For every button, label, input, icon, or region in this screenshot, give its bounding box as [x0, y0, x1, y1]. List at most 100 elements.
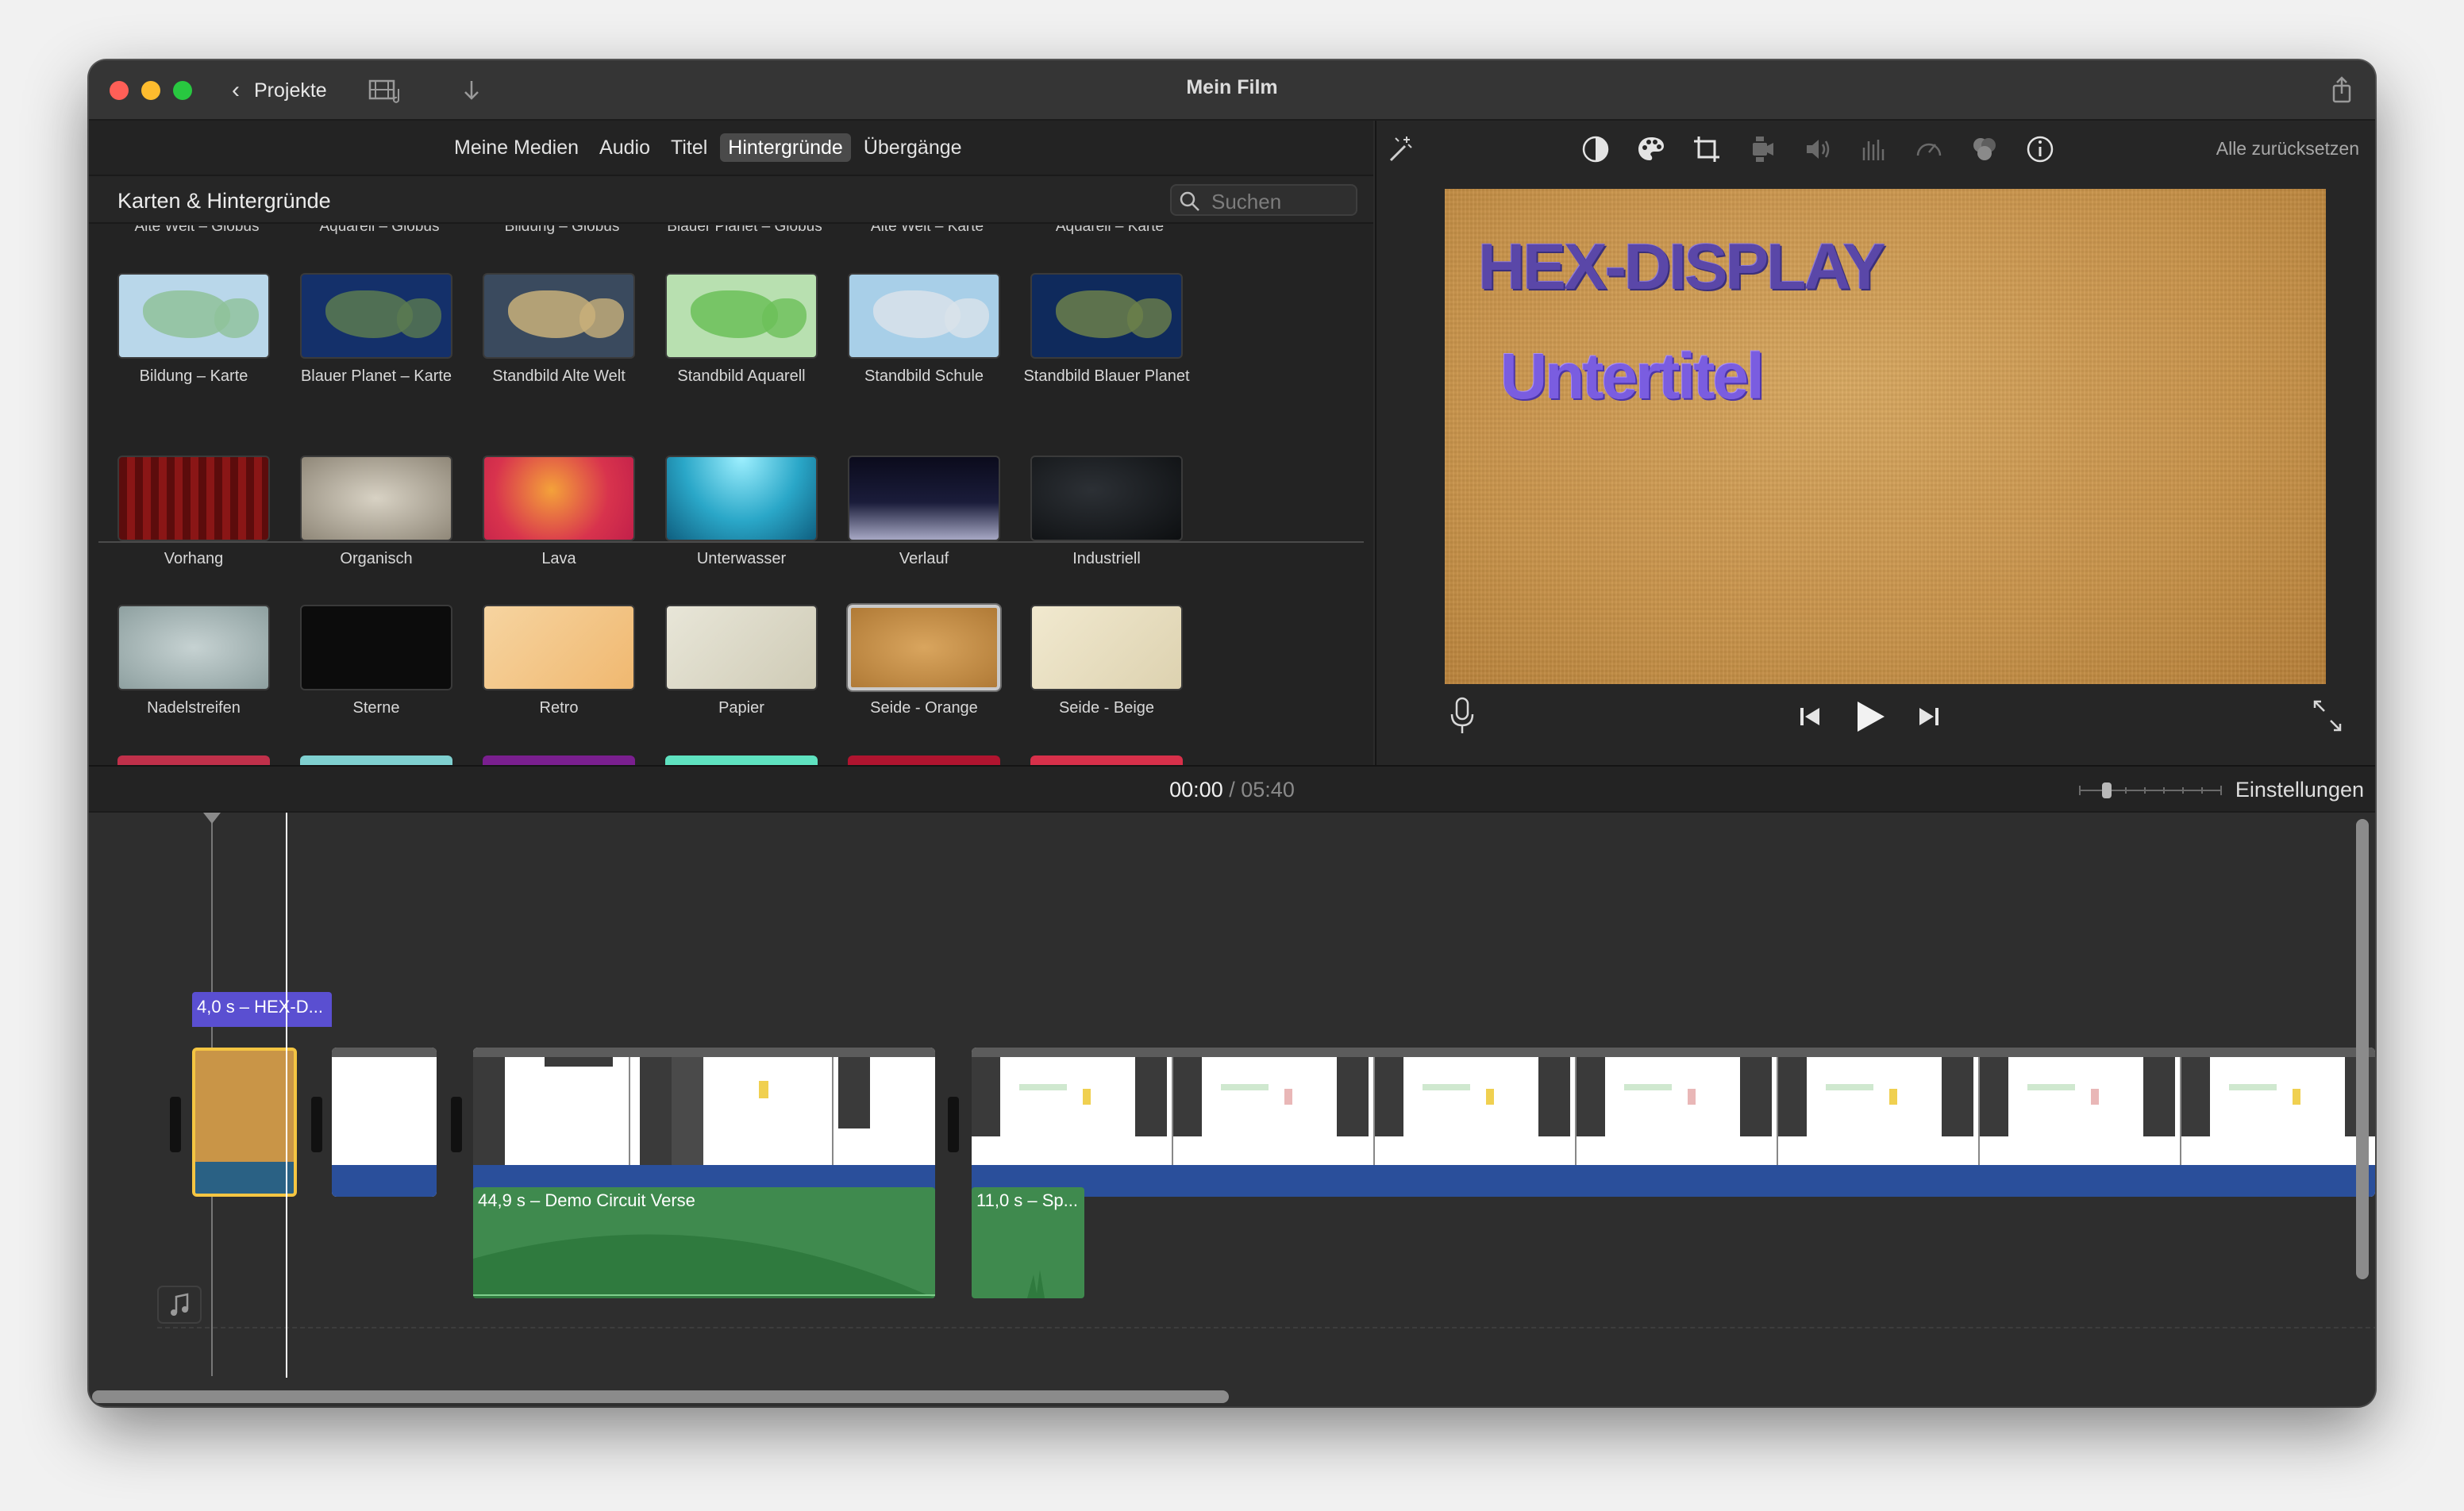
background-thumbnail[interactable] — [300, 273, 452, 359]
background-thumbnail[interactable] — [848, 456, 1000, 541]
background-thumbnail[interactable] — [117, 605, 270, 690]
title-clip[interactable]: 4,0 s – HEX-D... — [192, 992, 332, 1027]
music-note-icon[interactable] — [157, 1286, 202, 1324]
background-thumbnail-partial[interactable] — [483, 756, 635, 765]
play-icon[interactable] — [1850, 692, 1891, 740]
timecode: 00:00 / 05:40 — [89, 778, 2375, 802]
magic-wand-icon[interactable] — [1384, 133, 1416, 165]
speed-icon[interactable] — [1913, 133, 1945, 165]
tab-hintergründe[interactable]: Hintergründe — [720, 133, 851, 162]
background-label: Nadelstreifen — [147, 699, 241, 717]
browser-tabs: Meine Medien Audio Titel Hintergründe Übergä… — [89, 121, 1373, 175]
background-label: Organisch — [340, 550, 413, 567]
reset-all-button[interactable]: Alle zurücksetzen — [2216, 138, 2359, 160]
tab-audio[interactable]: Audio — [591, 133, 658, 162]
background-label: Standbild Schule — [864, 367, 984, 385]
background-label: Verlauf — [899, 550, 949, 567]
search-field[interactable]: Suchen — [1170, 184, 1357, 216]
share-icon[interactable] — [2326, 75, 2358, 106]
media-browser: Meine Medien Audio Titel Hintergründe Übergä… — [89, 121, 1373, 765]
audio-clip-label: 11,0 s – Sp... — [976, 1190, 1079, 1210]
category-bar: Karten & Hintergründe Suchen — [89, 175, 1373, 224]
clip-handle[interactable] — [170, 1097, 181, 1152]
video-clip[interactable] — [972, 1048, 2375, 1197]
cut-off-label: Aquarell – Globus — [319, 225, 440, 235]
overlay-icon[interactable] — [1969, 133, 2000, 165]
background-label: Standbild Blauer Planet — [1023, 367, 1190, 385]
cut-off-label: Alte Welt – Karte — [870, 225, 984, 235]
screen-recording-thumbnails — [473, 1057, 870, 1165]
background-label: Industriell — [1072, 550, 1141, 567]
background-label: Standbild Aquarell — [677, 367, 806, 385]
volume-icon[interactable] — [1802, 133, 1834, 165]
tab-titel[interactable]: Titel — [663, 133, 715, 162]
background-label: Unterwasser — [696, 550, 787, 567]
clip-handle[interactable] — [948, 1097, 959, 1152]
equalizer-icon[interactable] — [1858, 133, 1889, 165]
clip-handle[interactable] — [311, 1097, 322, 1152]
clip-audio-bar — [195, 1162, 294, 1194]
viewer-pane: Alle zurücksetzen HEX-DISPLAY Untertitel — [1375, 121, 2375, 765]
background-thumbnail[interactable] — [300, 456, 452, 541]
background-thumbnail[interactable] — [665, 605, 818, 690]
background-thumbnail-partial[interactable] — [300, 756, 452, 765]
fullscreen-icon[interactable] — [2310, 692, 2345, 740]
clip-filmstrip-top — [473, 1048, 935, 1057]
background-label: Retro — [539, 699, 579, 717]
background-thumbnail[interactable] — [117, 273, 270, 359]
audio-waveform — [1027, 1270, 1045, 1298]
cut-off-label: Alte Welt – Globus — [134, 225, 260, 235]
background-thumbnail[interactable] — [483, 273, 635, 359]
background-thumbnail-partial[interactable] — [665, 756, 818, 765]
audio-clip[interactable]: 44,9 s – Demo Circuit Verse — [473, 1187, 935, 1298]
microphone-icon[interactable] — [1445, 692, 1480, 740]
background-thumbnail-partial[interactable] — [1030, 756, 1183, 765]
skip-back-icon[interactable] — [1794, 692, 1826, 740]
adjustment-toolbar: Alle zurücksetzen — [1376, 121, 2375, 181]
background-thumbnail[interactable] — [848, 605, 1000, 690]
video-clip[interactable] — [473, 1048, 935, 1197]
video-clip[interactable] — [332, 1048, 437, 1197]
background-thumbnail-partial[interactable] — [848, 756, 1000, 765]
background-thumbnail[interactable] — [117, 456, 270, 541]
current-time: 00:00 — [1169, 778, 1223, 802]
tab-übergänge[interactable]: Übergänge — [856, 133, 970, 162]
clip-handle[interactable] — [451, 1097, 462, 1152]
background-label: Standbild Alte Welt — [492, 367, 626, 385]
clip-filmstrip-top — [332, 1048, 437, 1057]
horizontal-scrollbar[interactable] — [92, 1390, 1229, 1403]
tab-meine-medien[interactable]: Meine Medien — [446, 133, 587, 162]
skip-forward-icon[interactable] — [1913, 692, 1945, 740]
total-time: 05:40 — [1241, 778, 1295, 802]
crop-icon[interactable] — [1691, 133, 1723, 165]
background-thumbnail[interactable] — [1030, 456, 1183, 541]
vertical-scrollbar[interactable] — [2356, 819, 2369, 1279]
palette-icon[interactable] — [1635, 133, 1667, 165]
time-separator: / — [1229, 778, 1235, 802]
background-clip-selected[interactable] — [192, 1048, 297, 1197]
timeline-header: 00:00 / 05:40 Einstellungen — [89, 765, 2375, 813]
background-thumbnail[interactable] — [300, 605, 452, 690]
cut-off-label: Blauer Planet – Globus — [667, 225, 822, 235]
background-thumbnail-partial[interactable] — [117, 756, 270, 765]
section-divider — [98, 541, 1364, 543]
zoom-slider[interactable] — [2078, 782, 2223, 798]
background-thumbnail[interactable] — [848, 273, 1000, 359]
background-label: Vorhang — [164, 550, 224, 567]
background-thumbnail[interactable] — [1030, 273, 1183, 359]
playhead[interactable] — [286, 813, 287, 1378]
video-preview[interactable]: HEX-DISPLAY Untertitel — [1445, 189, 2326, 684]
info-icon[interactable] — [2024, 133, 2056, 165]
timeline[interactable]: 4,0 s – HEX-D... 44,9 s – Demo Circuit V… — [89, 813, 2375, 1406]
balance-icon[interactable] — [1580, 133, 1611, 165]
background-thumbnail[interactable] — [483, 605, 635, 690]
background-thumbnail[interactable] — [665, 273, 818, 359]
background-thumbnail[interactable] — [665, 456, 818, 541]
background-thumbnail[interactable] — [483, 456, 635, 541]
stabilize-icon[interactable] — [1746, 133, 1778, 165]
background-thumbnail[interactable] — [1030, 605, 1183, 690]
timeline-settings-button[interactable]: Einstellungen — [2235, 778, 2364, 802]
imovie-window: ‹ Projekte Mein Film Meine Medien Audio Ti… — [89, 60, 2375, 1406]
audio-clip[interactable]: 11,0 s – Sp... — [972, 1187, 1084, 1298]
cut-off-label: Aquarell – Karte — [1055, 225, 1165, 235]
